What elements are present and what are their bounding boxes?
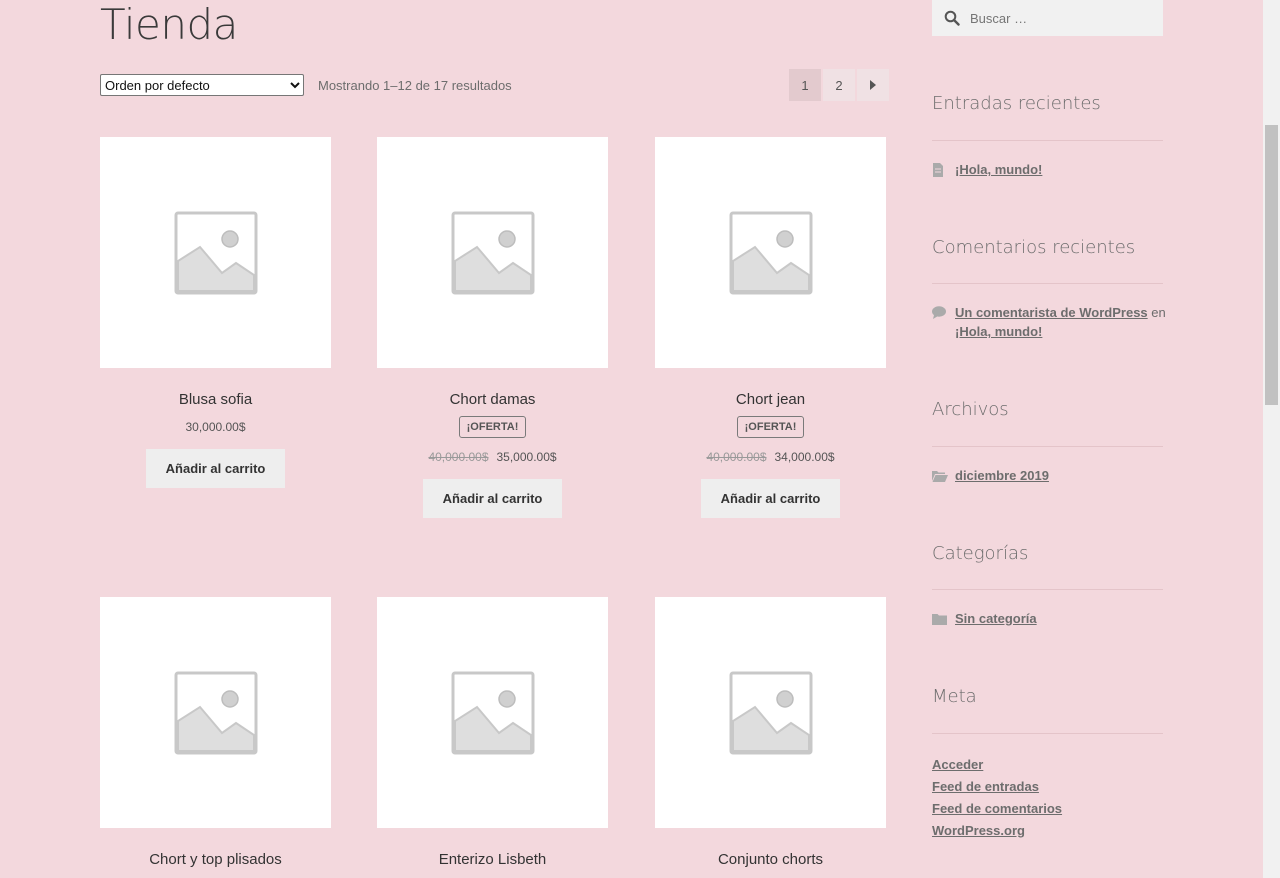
product-thumbnail[interactable]	[377, 137, 608, 368]
product-thumbnail[interactable]	[655, 597, 886, 828]
sale-price: 34,000.00$	[774, 450, 835, 464]
sale-badge: ¡OFERTA!	[458, 416, 527, 438]
product-price: 30,000.00$	[185, 420, 246, 434]
meta-link-login[interactable]: Acceder	[932, 757, 983, 772]
product-price: 40,000.00$ 35,000.00$	[377, 450, 608, 464]
triangle-right-icon	[870, 80, 876, 90]
add-to-cart-button[interactable]: Añadir al carrito	[145, 449, 286, 488]
placeholder-image-icon	[729, 211, 812, 294]
widget-title-recent-posts: Entradas recientes	[932, 93, 1101, 114]
widget-title-meta: Meta	[932, 686, 977, 707]
widget-divider	[932, 446, 1163, 447]
product-card: Blusa sofia 30,000.00$ Añadir al carrito	[100, 137, 331, 488]
comment-author-link[interactable]: Un comentarista de WordPress	[955, 305, 1148, 320]
meta-link-wordpress-org[interactable]: WordPress.org	[932, 823, 1025, 838]
widget-divider	[932, 733, 1163, 734]
product-thumbnail[interactable]	[655, 137, 886, 368]
product-name[interactable]: Chort damas	[377, 391, 608, 408]
pagination: 1 2	[789, 69, 889, 101]
page-2-link[interactable]: 2	[823, 69, 855, 101]
comment-icon	[932, 306, 946, 319]
product-name[interactable]: Blusa sofia	[100, 391, 331, 408]
next-page-button[interactable]	[857, 69, 889, 101]
placeholder-image-icon	[729, 671, 812, 754]
product-name[interactable]: Enterizo Lisbeth	[377, 851, 608, 868]
comment-connector: en	[1151, 305, 1166, 320]
orderby-select[interactable]: Orden por defecto	[100, 74, 304, 96]
sale-badge: ¡OFERTA!	[736, 416, 805, 438]
placeholder-image-icon	[174, 671, 257, 754]
add-to-cart-button[interactable]: Añadir al carrito	[700, 479, 841, 518]
scrollbar-thumb[interactable]	[1265, 125, 1278, 405]
widget-title-recent-comments: Comentarios recientes	[932, 237, 1136, 258]
sale-price: 35,000.00$	[496, 450, 557, 464]
product-price: 40,000.00$ 34,000.00$	[655, 450, 886, 464]
product-thumbnail[interactable]	[100, 597, 331, 828]
product-card: Chort damas ¡OFERTA! 40,000.00$ 35,000.00…	[377, 137, 608, 518]
product-name[interactable]: Chort jean	[655, 391, 886, 408]
result-count: Mostrando 1–12 de 17 resultados	[318, 78, 512, 93]
old-price: 40,000.00$	[428, 450, 489, 464]
product-name[interactable]: Conjunto chorts	[655, 851, 886, 868]
archive-link[interactable]: diciembre 2019	[955, 468, 1049, 483]
folder-icon	[932, 614, 947, 625]
product-card: Chort jean ¡OFERTA! 40,000.00$ 34,000.00$…	[655, 137, 886, 518]
widget-divider	[932, 589, 1163, 590]
folder-open-icon	[932, 471, 948, 482]
category-link[interactable]: Sin categoría	[955, 611, 1037, 626]
page-title: Tienda	[100, 0, 238, 49]
product-name[interactable]: Chort y top plisados	[100, 851, 331, 868]
scrollbar-track[interactable]	[1263, 0, 1280, 878]
add-to-cart-button[interactable]: Añadir al carrito	[422, 479, 563, 518]
placeholder-image-icon	[174, 211, 257, 294]
product-card: Enterizo Lisbeth	[377, 597, 608, 868]
document-icon	[933, 163, 943, 177]
product-thumbnail[interactable]	[377, 597, 608, 828]
meta-link-entries-feed[interactable]: Feed de entradas	[932, 779, 1039, 794]
recent-post-link[interactable]: ¡Hola, mundo!	[955, 162, 1042, 177]
old-price: 40,000.00$	[706, 450, 767, 464]
search-input[interactable]	[968, 6, 1152, 30]
widget-title-categories: Categorías	[932, 543, 1029, 564]
search-box	[932, 0, 1163, 36]
placeholder-image-icon	[451, 671, 534, 754]
product-card: Conjunto chorts	[655, 597, 886, 868]
page-1-current[interactable]: 1	[789, 69, 821, 101]
meta-link-comments-feed[interactable]: Feed de comentarios	[932, 801, 1062, 816]
widget-title-archives: Archivos	[932, 399, 1009, 420]
widget-divider	[932, 140, 1163, 141]
placeholder-image-icon	[451, 211, 534, 294]
product-thumbnail[interactable]	[100, 137, 331, 368]
search-icon	[944, 10, 960, 26]
recent-comment-line: Un comentarista de WordPress en	[955, 305, 1166, 320]
comment-post-link[interactable]: ¡Hola, mundo!	[955, 324, 1042, 339]
widget-divider	[932, 283, 1163, 284]
product-card: Chort y top plisados	[100, 597, 331, 868]
